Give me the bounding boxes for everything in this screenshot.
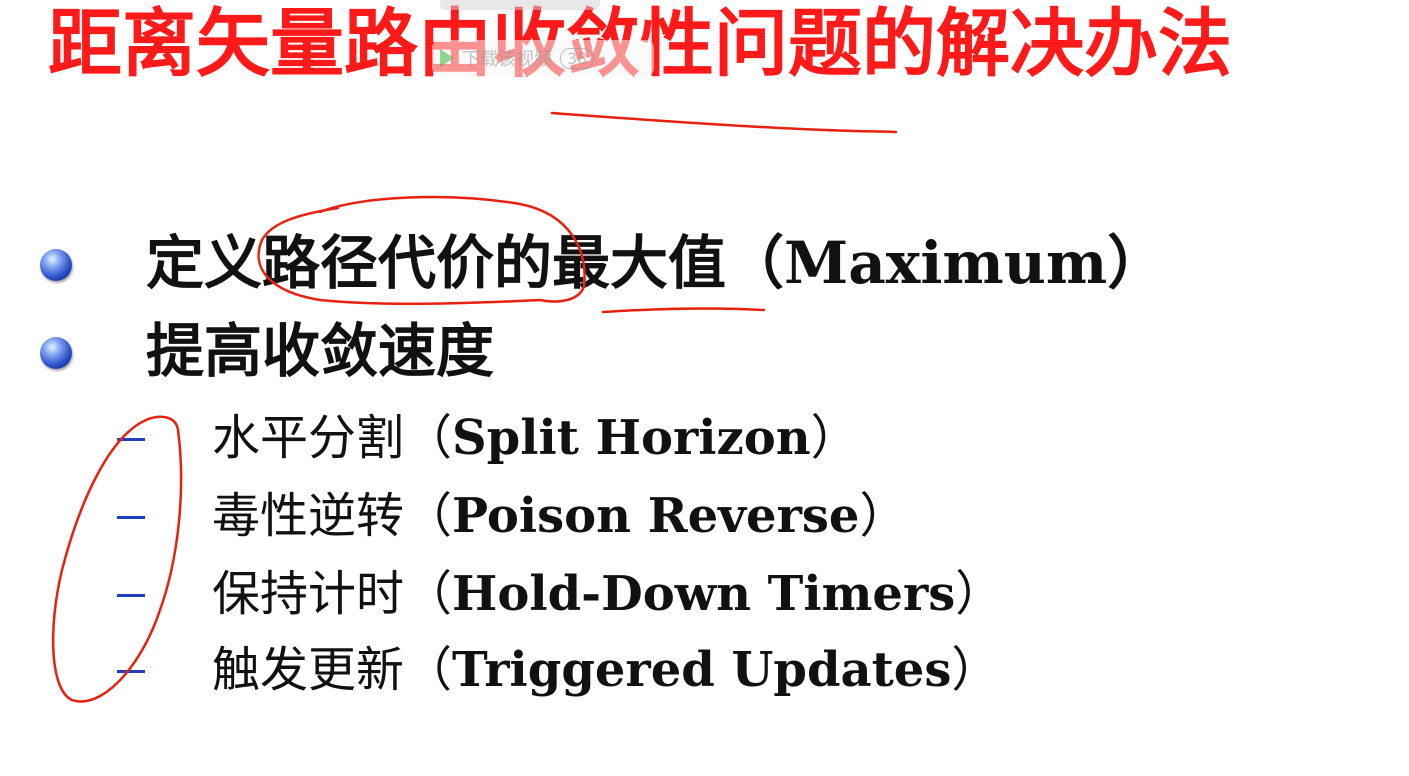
sub-item-zh: 触发更新（: [212, 642, 453, 698]
dash-marker: [117, 438, 145, 441]
sub-item-zh: 保持计时（: [212, 566, 453, 622]
overlay-top-bar: [440, 0, 600, 10]
sub-item-zh: 毒性逆转（: [212, 488, 453, 544]
overlay-label[interactable]: 下载该视频: [462, 45, 552, 71]
dash-marker: [117, 670, 145, 673]
sub-item-zh: 水平分割（: [212, 410, 453, 466]
underline-annotation: [601, 307, 766, 314]
slide: 距离矢量路由收敛性问题的解决办法 下载该视频 38 定义路径代价的最大值（Max…: [0, 0, 1409, 776]
overlay-badge: 38: [560, 47, 595, 69]
sub-item-en: Triggered Updates: [452, 642, 952, 698]
sub-item-en: Split Horizon: [452, 410, 811, 466]
list-item: 定义路径代价的最大值（Maximum）: [146, 229, 1166, 297]
bullet-icon: [40, 337, 72, 369]
sub-list-item: 保持计时（Hold-Down Timers）: [212, 564, 1003, 624]
sub-item-close: ）: [859, 488, 908, 544]
sub-item-en: Poison Reverse: [452, 488, 860, 544]
dash-marker: [117, 594, 145, 597]
video-download-overlay[interactable]: 下载该视频 38: [432, 40, 654, 76]
list-item: 提高收敛速度: [146, 317, 495, 385]
title-underline: [550, 111, 898, 134]
sub-item-close: ）: [951, 642, 1000, 698]
sub-list-item: 水平分割（Split Horizon）: [212, 408, 859, 468]
sub-list-item: 毒性逆转（Poison Reverse）: [212, 486, 907, 546]
sub-item-en: Hold-Down Timers: [452, 566, 956, 622]
sub-list-item: 触发更新（Triggered Updates）: [212, 640, 999, 700]
play-icon[interactable]: [440, 49, 454, 67]
sub-item-close: ）: [955, 566, 1004, 622]
bullet-icon: [40, 249, 72, 281]
sub-item-close: ）: [810, 410, 859, 466]
bracket-annotation: [51, 415, 183, 703]
dash-marker: [117, 516, 145, 519]
